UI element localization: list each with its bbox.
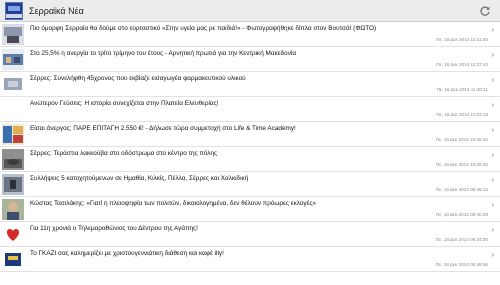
chevron-right-icon: ›	[491, 152, 494, 159]
news-thumbnail	[2, 149, 24, 170]
news-date: Πε, 18 Δεκ 2014 11:30:11	[436, 87, 488, 92]
news-item[interactable]: Το ΓΚΑΖΙ σας καλημερίζει με χριστουγεννι…	[0, 247, 500, 272]
news-title: Κώστας Τασιλάκης: «Γιατί η πλειοψηφία τω…	[30, 200, 317, 207]
news-item[interactable]: Σέρρες: Συνελήφθη 45χρονος που εκβίαζε ε…	[0, 72, 500, 97]
news-item[interactable]: Είσαι άνεργος; ΠΑΡΕ ΕΠΙΤΑΓΗ 2.550 €! - Δ…	[0, 122, 500, 147]
news-thumbnail	[2, 199, 24, 220]
news-date: Πε, 18 Δεκ 2014 11:37:40	[436, 62, 488, 67]
news-list: Πιο όμορφη Σερραία θα δούμε στο εορταστι…	[0, 22, 500, 285]
news-item[interactable]: Ανώτερον Γεύσεις: Η ιστορία συνεχίζεται …	[0, 97, 500, 122]
chevron-right-icon: ›	[491, 27, 494, 34]
refresh-icon[interactable]	[476, 2, 494, 20]
news-title: Για 11η χρονιά ο Τηλεμαραθώνιος του Δέντ…	[30, 225, 198, 232]
news-item[interactable]: Κώστας Τασιλάκης: «Γιατί η πλειοψηφία τω…	[0, 197, 500, 222]
news-date: Πε, 18 Δεκ 2014 11:41:40	[436, 37, 488, 42]
news-title: Σέρρες: Συνελήφθη 45χρονος που εκβίαζε ε…	[30, 75, 246, 82]
news-date: Πε, 18 Δεκ 2014 09:34:00	[435, 237, 488, 242]
app-title: Σερραϊκά Νέα	[29, 5, 84, 16]
news-title: Το ΓΚΑΖΙ σας καλημερίζει με χριστουγεννι…	[30, 250, 224, 257]
news-date: Πε, 18 Δεκ 2014 11:03:18	[436, 112, 488, 117]
news-thumbnail	[2, 49, 24, 70]
chevron-right-icon: ›	[491, 227, 494, 234]
news-thumbnail	[2, 249, 24, 270]
chevron-right-icon: ›	[491, 52, 494, 59]
news-title: Πιο όμορφη Σερραία θα δούμε στο εορταστι…	[30, 25, 377, 32]
news-thumbnail	[2, 224, 24, 245]
news-date: Πε, 18 Δεκ 2014 09:40:29	[435, 212, 488, 217]
news-title: Στο 25,5% η ανεργία το τρίτο τρίμηνο του…	[30, 50, 297, 57]
news-title: Συλλήψεις 5 κατοχητούμενων σε Ημαθία, Κι…	[30, 175, 249, 182]
chevron-right-icon: ›	[491, 177, 494, 184]
news-thumbnail	[2, 124, 24, 145]
news-thumbnail	[2, 174, 24, 195]
news-title: Είσαι άνεργος; ΠΑΡΕ ΕΠΙΤΑΓΗ 2.550 €! - Δ…	[30, 125, 296, 132]
news-item[interactable]: Πιο όμορφη Σερραία θα δούμε στο εορταστι…	[0, 22, 500, 47]
news-item[interactable]: Σέρρες: Τεράστια λακκούβα στο οδόστρωμα …	[0, 147, 500, 172]
news-item[interactable]: Συλλήψεις 5 κατοχητούμενων σε Ημαθία, Κι…	[0, 172, 500, 197]
news-title: Ανώτερον Γεύσεις: Η ιστορία συνεχίζεται …	[30, 100, 219, 107]
news-date: Πε, 18 Δεκ 2014 08:45:06	[435, 262, 488, 267]
news-item[interactable]: Στο 25,5% η ανεργία το τρίτο τρίμηνο του…	[0, 47, 500, 72]
news-item[interactable]: Για 11η χρονιά ο Τηλεμαραθώνιος του Δέντ…	[0, 222, 500, 247]
app-logo-icon	[5, 1, 23, 20]
chevron-right-icon: ›	[491, 252, 494, 259]
news-date: Πε, 18 Δεκ 2014 10:06:26	[435, 162, 488, 167]
news-title: Σέρρες: Τεράστια λακκούβα στο οδόστρωμα …	[30, 150, 218, 157]
news-date: Πε, 18 Δεκ 2014 10:45:22	[435, 137, 488, 142]
chevron-right-icon: ›	[491, 202, 494, 209]
news-thumbnail	[2, 99, 24, 120]
news-thumbnail	[2, 74, 24, 95]
news-thumbnail	[2, 24, 24, 45]
chevron-right-icon: ›	[491, 77, 494, 84]
action-bar: Σερραϊκά Νέα	[0, 0, 500, 22]
chevron-right-icon: ›	[491, 127, 494, 134]
chevron-right-icon: ›	[491, 102, 494, 109]
news-date: Πε, 18 Δεκ 2014 09:46:14	[435, 187, 488, 192]
